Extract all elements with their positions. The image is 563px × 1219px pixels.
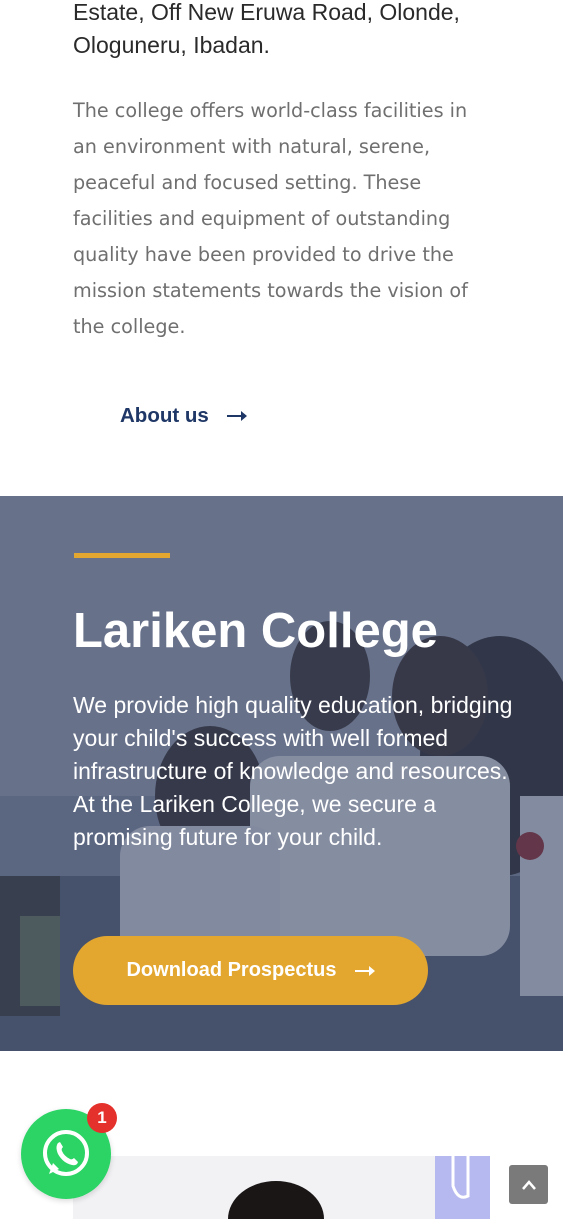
- description-text: The college offers world-class facilitie…: [73, 99, 468, 338]
- profile-photo: [73, 1156, 490, 1219]
- scroll-to-top-button[interactable]: [509, 1165, 548, 1204]
- download-prospectus-label: Download Prospectus: [126, 959, 337, 981]
- accent-bar: [74, 553, 170, 558]
- chevron-up-icon: [521, 1179, 536, 1190]
- hero-section: Lariken College We provide high quality …: [0, 496, 563, 1051]
- arrow-right-icon: [354, 965, 375, 976]
- about-us-link[interactable]: About us: [120, 400, 247, 432]
- hero-title: Lariken College: [73, 604, 438, 658]
- download-prospectus-button[interactable]: Download Prospectus: [73, 936, 428, 1005]
- intro-section: Estate, Off New Eruwa Road, Olonde, Olog…: [0, 0, 563, 496]
- about-us-label: About us: [120, 404, 209, 427]
- address-text: Estate, Off New Eruwa Road, Olonde, Olog…: [73, 0, 460, 58]
- arrow-right-icon: [226, 411, 247, 421]
- whatsapp-icon: [43, 1130, 89, 1176]
- hero-text: We provide high quality education, bridg…: [73, 692, 513, 850]
- notification-badge: 1: [87, 1103, 117, 1133]
